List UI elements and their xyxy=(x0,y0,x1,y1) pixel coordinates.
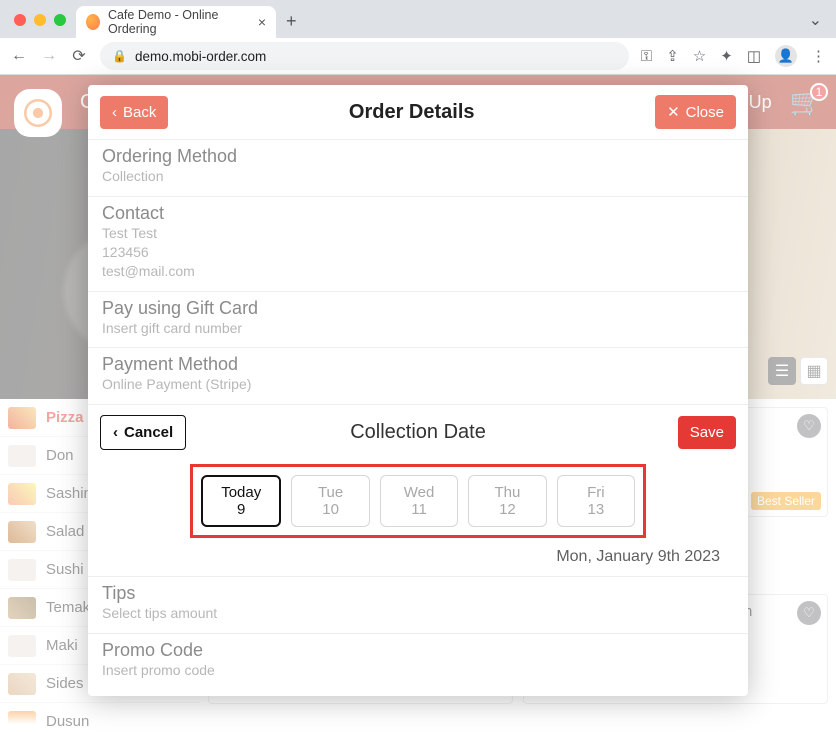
back-label: Back xyxy=(123,104,156,121)
date-num: 9 xyxy=(237,501,245,518)
date-day: Tue xyxy=(318,484,343,501)
collection-date-header: ‹ Cancel Collection Date Save xyxy=(88,404,748,460)
window-maximize[interactable] xyxy=(54,14,66,26)
date-option-today[interactable]: Today 9 xyxy=(201,475,281,527)
contact-phone: 123456 xyxy=(102,243,734,262)
nav-reload-icon[interactable]: ⟳ xyxy=(70,46,88,66)
close-label: Close xyxy=(686,104,724,121)
tab-close-icon[interactable]: × xyxy=(258,14,266,30)
modal-header: ‹ Back Order Details ✕ Close xyxy=(88,85,748,139)
date-day: Thu xyxy=(494,484,520,501)
bookmark-icon[interactable]: ☆ xyxy=(693,47,706,65)
window-controls xyxy=(8,14,76,38)
section-title: Tips xyxy=(102,583,734,604)
save-label: Save xyxy=(690,424,724,441)
date-day: Wed xyxy=(404,484,435,501)
browser-toolbar: ← → ⟳ 🔒 demo.mobi-order.com ⚿ ⇪ ☆ ✦ ◫ 👤 … xyxy=(0,38,836,74)
nav-forward-icon: → xyxy=(40,47,58,65)
favicon-icon xyxy=(86,14,100,30)
selected-date-text: Mon, January 9th 2023 xyxy=(88,544,748,576)
new-tab-button[interactable]: + xyxy=(276,11,307,38)
key-icon[interactable]: ⚿ xyxy=(641,48,652,65)
browser-chrome: Cafe Demo - Online Ordering × + ⌄ ← → ⟳ … xyxy=(0,0,836,75)
date-day: Fri xyxy=(587,484,605,501)
section-value: Collection xyxy=(102,167,734,186)
share-icon[interactable]: ⇪ xyxy=(666,47,679,65)
date-num: 13 xyxy=(587,501,604,518)
section-placeholder: Insert promo code xyxy=(102,661,734,680)
collection-date-title: Collection Date xyxy=(350,421,486,444)
section-title: Promo Code xyxy=(102,640,734,661)
section-payment-method[interactable]: Payment Method Online Payment (Stripe) xyxy=(88,347,748,404)
tab-strip: Cafe Demo - Online Ordering × + ⌄ xyxy=(0,0,836,38)
date-option-tue[interactable]: Tue 10 xyxy=(291,475,369,527)
cancel-button[interactable]: ‹ Cancel xyxy=(100,415,186,450)
section-value: Online Payment (Stripe) xyxy=(102,375,734,394)
extensions-icon[interactable]: ✦ xyxy=(720,47,733,65)
close-button[interactable]: ✕ Close xyxy=(655,95,736,129)
section-title: Contact xyxy=(102,203,734,224)
section-placeholder: Select tips amount xyxy=(102,604,734,623)
section-title: Payment Method xyxy=(102,354,734,375)
nav-back-icon[interactable]: ← xyxy=(10,47,28,65)
collection-date-options: Today 9 Tue 10 Wed 11 Thu 12 Fri 13 xyxy=(190,464,646,538)
date-option-thu[interactable]: Thu 12 xyxy=(468,475,546,527)
section-promo-code[interactable]: Promo Code Insert promo code xyxy=(88,633,748,690)
contact-email: test@mail.com xyxy=(102,262,734,281)
date-option-wed[interactable]: Wed 11 xyxy=(380,475,458,527)
date-num: 12 xyxy=(499,501,516,518)
section-gift-card[interactable]: Pay using Gift Card Insert gift card num… xyxy=(88,291,748,348)
window-minimize[interactable] xyxy=(34,14,46,26)
lock-icon: 🔒 xyxy=(112,49,127,63)
browser-tab[interactable]: Cafe Demo - Online Ordering × xyxy=(76,6,276,38)
section-title: Pay using Gift Card xyxy=(102,298,734,319)
section-contact[interactable]: Contact Test Test 123456 test@mail.com xyxy=(88,196,748,291)
profile-avatar[interactable]: 👤 xyxy=(775,45,797,67)
window-close[interactable] xyxy=(14,14,26,26)
app-viewport: Ca ng Up 🛒 1 ☰ ▦ Pizza Don Sashimi Salad… xyxy=(0,75,836,732)
kebab-menu-icon[interactable]: ⋮ xyxy=(811,47,826,65)
tab-title: Cafe Demo - Online Ordering xyxy=(108,8,250,36)
section-tips[interactable]: Tips Select tips amount xyxy=(88,576,748,633)
close-icon: ✕ xyxy=(667,103,680,121)
section-ordering-method[interactable]: Ordering Method Collection xyxy=(88,139,748,196)
section-placeholder: Insert gift card number xyxy=(102,319,734,338)
date-num: 10 xyxy=(322,501,339,518)
chevron-left-icon: ‹ xyxy=(113,424,118,441)
url-text: demo.mobi-order.com xyxy=(135,49,266,64)
address-bar[interactable]: 🔒 demo.mobi-order.com xyxy=(100,42,629,70)
date-num: 11 xyxy=(411,501,427,518)
toolbar-right-icons: ⚿ ⇪ ☆ ✦ ◫ 👤 ⋮ xyxy=(641,45,826,67)
save-button[interactable]: Save xyxy=(678,416,736,449)
section-title: Ordering Method xyxy=(102,146,734,167)
date-day: Today xyxy=(221,484,261,501)
back-button[interactable]: ‹ Back xyxy=(100,96,168,129)
cancel-label: Cancel xyxy=(124,424,173,441)
order-details-modal: ‹ Back Order Details ✕ Close Ordering Me… xyxy=(88,85,748,696)
date-option-fri[interactable]: Fri 13 xyxy=(557,475,635,527)
modal-title: Order Details xyxy=(349,101,475,124)
tabs-overflow-icon[interactable]: ⌄ xyxy=(795,10,836,38)
panel-icon[interactable]: ◫ xyxy=(747,47,761,65)
chevron-left-icon: ‹ xyxy=(112,104,117,121)
contact-name: Test Test xyxy=(102,224,734,243)
